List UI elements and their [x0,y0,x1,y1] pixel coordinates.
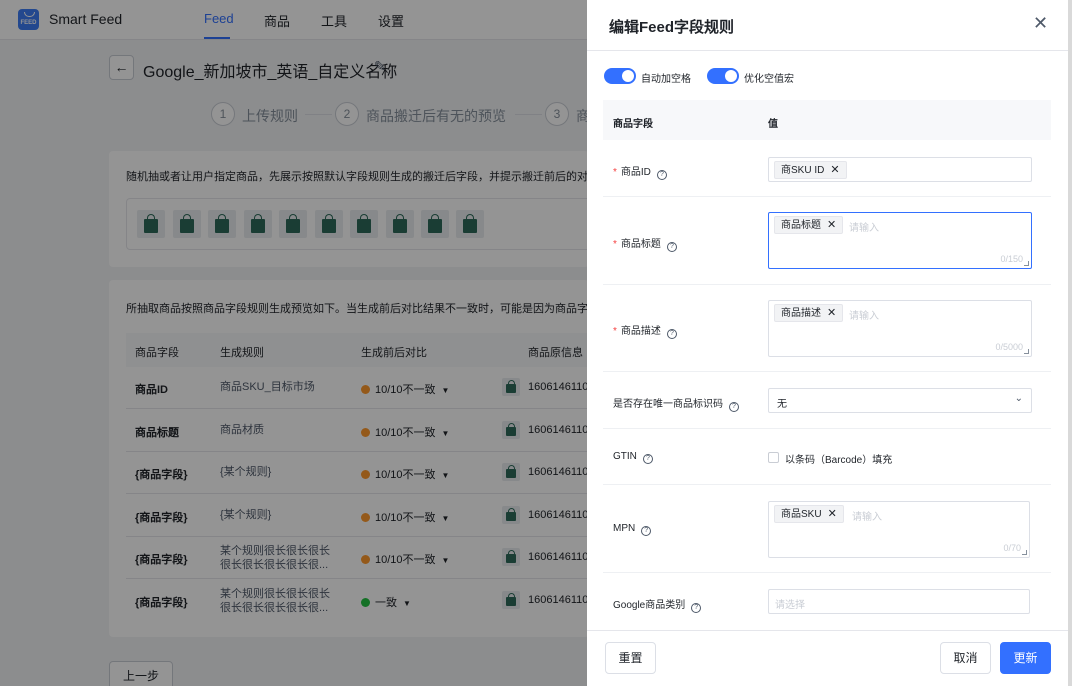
barcode-fill-checkbox[interactable] [768,452,779,463]
select-value: 无 [777,399,787,410]
scrollbar[interactable] [1068,0,1072,686]
row-divider [603,196,1051,197]
help-circle-icon[interactable]: ? [666,242,677,252]
row-divider [603,572,1051,573]
select-placeholder: 请选择 [775,600,805,611]
close-icon[interactable]: ✕ [827,307,836,319]
field-label-mpn: MPN? [613,523,652,536]
field-label-text: Google商品类别 [613,600,686,611]
row-divider [603,484,1051,485]
field-label-text: GTIN [613,451,637,462]
product-title-textarea[interactable]: 商品标题 ✕ 请输入 0/150 [768,212,1032,269]
reset-button[interactable]: 重置 [605,642,656,674]
close-icon[interactable]: ✕ [830,164,839,176]
char-counter: 0/70 [1003,543,1021,553]
drawer-title: 编辑Feed字段规则 [609,19,735,36]
mpn-textarea[interactable]: 商品SKU ✕ 请输入 0/70 [768,501,1030,558]
field-table-header [603,100,1051,140]
macro-tag: 商品标题 ✕ [774,216,844,234]
macro-tag: 商品描述 ✕ [774,304,844,322]
header-divider [587,50,1068,51]
field-label-text: 商品描述 [620,326,661,337]
tag-label: 商品SKU [781,509,822,520]
close-icon[interactable]: ✕ [1033,13,1048,34]
char-counter: 0/5000 [995,342,1023,352]
required-mark: * [613,239,617,250]
resize-handle-icon[interactable] [1024,261,1029,266]
column-header-value: 值 [768,119,778,130]
textarea-placeholder: 请输入 [849,223,879,234]
resize-handle-icon[interactable] [1022,550,1027,555]
field-label-text: MPN [613,523,636,534]
toggle-label: 优化空值宏 [744,74,794,85]
help-circle-icon[interactable]: ? [656,170,667,180]
tag-label: 商SKU ID [781,165,825,176]
column-header-field: 商品字段 [613,119,653,130]
help-circle-icon[interactable]: ? [642,454,653,464]
cancel-button[interactable]: 取消 [940,642,991,674]
field-label-gtin: GTIN? [613,451,653,464]
unique-identifier-select[interactable]: 无 ⌄ [768,388,1032,413]
google-category-select[interactable]: 请选择 [768,589,1030,614]
required-mark: * [613,326,617,337]
help-circle-icon[interactable]: ? [666,329,677,339]
close-icon[interactable]: ✕ [827,219,836,231]
required-mark: * [613,167,617,178]
optimize-null-macro-toggle[interactable] [707,68,739,84]
help-circle-icon[interactable]: ? [729,402,739,412]
edit-field-rules-drawer: 编辑Feed字段规则 ✕ 自动加空格 优化空值宏 商品字段 值 * 商品ID? 商… [587,0,1068,686]
row-divider [603,284,1051,285]
product-id-input[interactable]: 商SKU ID ✕ [768,157,1032,182]
update-button[interactable]: 更新 [1000,642,1051,674]
help-circle-icon[interactable]: ? [641,526,652,536]
checkbox-label[interactable]: 以条码（Barcode）填充 [785,451,892,466]
field-label-unique-identifier: 是否存在唯一商品标识码? [613,395,739,412]
row-divider [603,428,1051,429]
textarea-placeholder: 请输入 [849,311,879,322]
footer-divider [587,630,1068,631]
close-icon[interactable]: ✕ [828,508,837,520]
help-circle-icon[interactable]: ? [691,603,702,613]
auto-space-toggle[interactable] [604,68,636,84]
field-label-text: 商品标题 [620,239,661,250]
field-label-text: 商品ID [620,167,651,178]
field-label-product-description: * 商品描述? [613,322,677,339]
macro-tag: 商品SKU ✕ [774,505,844,523]
tag-label: 商品描述 [781,308,821,319]
char-counter: 0/150 [1000,254,1023,264]
tag-label: 商品标题 [781,220,821,231]
field-label-product-id: * 商品ID? [613,163,667,180]
field-label-product-title: * 商品标题? [613,235,677,252]
toggle-label: 自动加空格 [641,74,691,85]
field-label-google-category: Google商品类别? [613,596,702,613]
textarea-placeholder: 请输入 [852,512,882,523]
field-label-text: 是否存在唯一商品标识码 [613,399,723,410]
chevron-down-icon: ⌄ [1014,393,1023,404]
row-divider [603,371,1051,372]
macro-tag: 商SKU ID ✕ [774,161,847,179]
resize-handle-icon[interactable] [1024,349,1029,354]
product-description-textarea[interactable]: 商品描述 ✕ 请输入 0/5000 [768,300,1032,357]
